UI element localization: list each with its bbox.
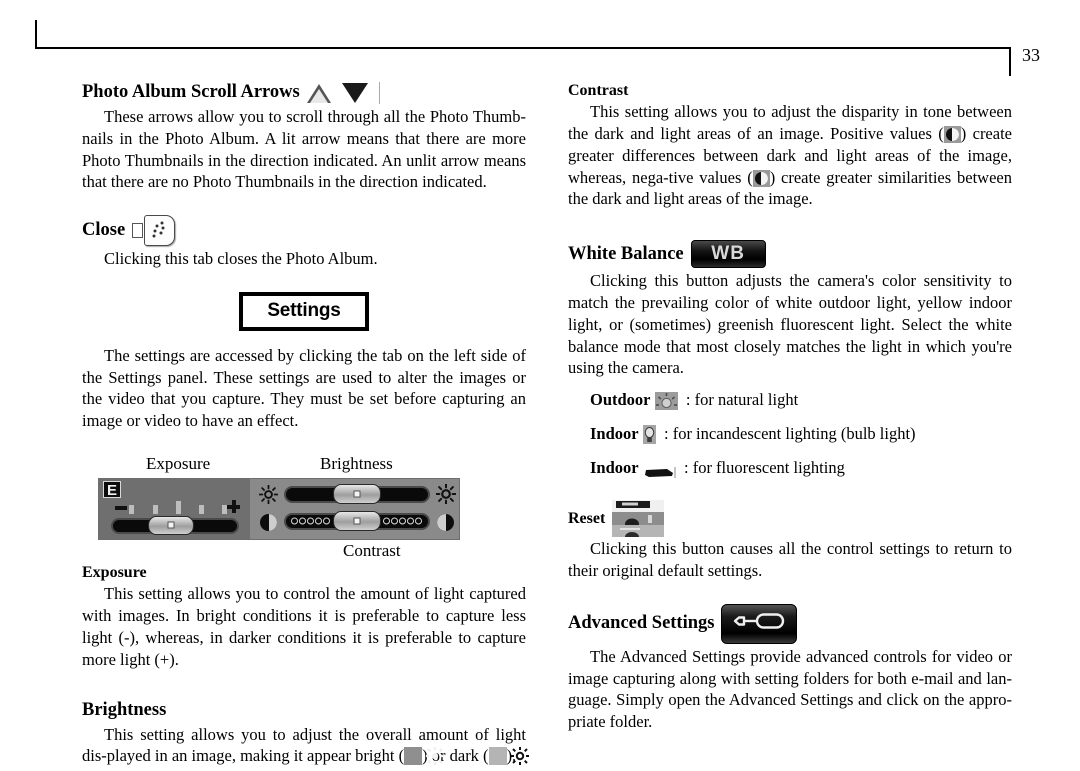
close-heading-text: Close <box>82 219 126 240</box>
wb-mode-name-outdoor: Outdoor <box>590 390 651 410</box>
contrast-dot <box>291 517 298 525</box>
page-frame-rule <box>35 20 1011 76</box>
bright-sun-icon <box>404 747 445 766</box>
section-heading-brightness: Brightness <box>82 700 526 721</box>
scroll-up-arrow-fill <box>309 88 328 103</box>
section-heading-advanced-settings: Advanced Settings <box>568 603 1012 644</box>
right-column: Contrast This setting allows you to adju… <box>568 82 1012 733</box>
dark-sun-icon <box>488 747 529 766</box>
incandescent-bulb-icon <box>642 424 656 444</box>
left-column: Photo Album Scroll Arrows These arrows a… <box>82 82 529 768</box>
control-panel-label-contrast: Contrast <box>343 540 401 560</box>
contrast-positive-icon <box>943 126 961 144</box>
scroll-arrows-body: These arrows allow you to scroll through… <box>82 107 526 192</box>
exposure-tick <box>129 504 134 514</box>
arrow-divider-rule <box>378 82 380 104</box>
outdoor-sun-icon <box>654 392 678 411</box>
close-tab-body <box>144 215 176 247</box>
brightness-body: This setting allows you to adjust the ov… <box>82 724 529 768</box>
exposure-tick <box>176 500 181 514</box>
wb-mode-desc-incandescent: : for incandescent lighting (bulb light) <box>663 423 916 443</box>
white-balance-mode-fluorescent: Indoor : for fluorescent lighting <box>568 457 1012 479</box>
fluorescent-tube-icon <box>642 463 676 478</box>
section-heading-reset: Reset <box>568 500 1012 538</box>
exposure-tick <box>153 504 158 514</box>
close-tab-icon[interactable] <box>132 215 176 247</box>
white-balance-mode-outdoor: Outdoor : for natural light <box>568 389 1012 411</box>
contrast-dot <box>383 517 390 525</box>
white-balance-body: Clicking this button adjusts the camera'… <box>568 271 1012 378</box>
reset-button-icon[interactable] <box>612 500 665 538</box>
contrast-half-circle-left-icon <box>260 513 277 531</box>
contrast-body: This setting allows you to adjust the di… <box>568 101 1012 210</box>
section-heading-white-balance: White Balance WB <box>568 240 1012 269</box>
contrast-dot <box>299 517 306 525</box>
section-heading-scroll-arrows: Photo Album Scroll Arrows <box>82 82 526 104</box>
page-number: 33 <box>1022 45 1040 65</box>
contrast-dot <box>415 517 422 525</box>
settings-intro-body: The settings are accessed by clicking th… <box>82 345 526 431</box>
reset-heading-text: Reset <box>568 509 606 527</box>
white-balance-mode-incandescent: Indoor : for incandescent lighting (bulb… <box>568 423 1012 445</box>
exposure-tick-marks <box>121 500 233 514</box>
settings-section-banner: Settings <box>239 291 369 331</box>
control-panel-bottom-labels: Contrast <box>98 540 460 564</box>
contrast-slider-knob[interactable] <box>333 510 381 531</box>
brightness-heading-text: Brightness <box>82 700 167 721</box>
brightness-sun-small-icon <box>258 484 279 509</box>
white-balance-button[interactable]: WB <box>690 240 766 269</box>
contrast-negative-icon <box>752 169 770 187</box>
settings-control-panel-figure: Exposure Brightness E Contrast <box>98 454 542 564</box>
reset-body: Clicking this button causes all the cont… <box>568 539 1012 581</box>
subheading-contrast: Contrast <box>568 82 629 99</box>
frame-right-tick <box>1009 47 1011 76</box>
exposure-badge: E <box>103 480 121 499</box>
contrast-dot <box>307 517 314 525</box>
wb-mode-name-fluorescent: Indoor <box>590 457 639 477</box>
brightness-slider-knob[interactable] <box>333 483 381 504</box>
brightness-sun-large-icon <box>435 483 457 509</box>
control-panel-label-brightness: Brightness <box>320 453 393 473</box>
control-panel-top-labels: Exposure Brightness <box>98 454 460 478</box>
contrast-half-circle-right-icon <box>437 513 454 531</box>
contrast-dot <box>323 517 330 525</box>
contrast-dot <box>391 517 398 525</box>
subheading-exposure: Exposure <box>82 563 147 581</box>
close-tab-stub <box>132 223 144 239</box>
advanced-settings-heading-text: Advanced Settings <box>568 613 715 634</box>
contrast-dot <box>315 517 322 525</box>
contrast-dot <box>407 517 414 525</box>
camera-settings-panel-image: E <box>98 477 460 540</box>
section-heading-close: Close <box>82 215 526 247</box>
contrast-dot <box>399 517 406 525</box>
exposure-tick <box>222 504 227 514</box>
frame-top-rule <box>35 47 1011 49</box>
scroll-down-arrow-icon[interactable] <box>341 83 368 103</box>
white-balance-heading-text: White Balance <box>568 243 684 264</box>
scroll-arrows-heading-text: Photo Album Scroll Arrows <box>82 82 300 103</box>
close-body: Clicking this tab closes the Photo Album… <box>104 249 378 269</box>
exposure-control-pane: E <box>99 478 250 539</box>
advanced-settings-body: The Advanced Settings provide advanced c… <box>568 646 1012 732</box>
exposure-tick <box>199 504 204 514</box>
scroll-up-arrow-icon[interactable] <box>306 83 331 103</box>
wb-mode-name-incandescent: Indoor <box>590 423 639 443</box>
wb-mode-desc-fluorescent: : for fluorescent lighting <box>683 457 845 477</box>
exposure-body: This setting allows you to control the a… <box>82 584 526 669</box>
frame-left-tick <box>35 20 37 49</box>
advanced-settings-button[interactable] <box>721 603 798 644</box>
wb-mode-desc-outdoor: : for natural light <box>685 390 799 410</box>
screwdriver-icon <box>731 611 787 637</box>
exposure-slider-knob[interactable] <box>148 515 194 535</box>
control-panel-label-exposure: Exposure <box>146 453 211 473</box>
